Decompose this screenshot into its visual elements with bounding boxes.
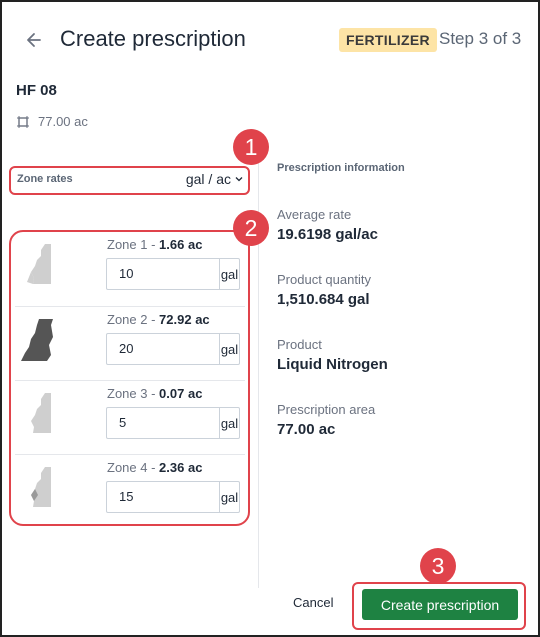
- create-prescription-button[interactable]: Create prescription: [362, 589, 518, 620]
- rate-unit-value: gal / ac: [185, 171, 231, 187]
- dialog-frame: Create prescription FERTILIZER Step 3 of…: [0, 0, 540, 637]
- zone-label: Zone 4 - 2.36 ac: [107, 460, 203, 475]
- step-indicator: Step 3 of 3: [439, 29, 522, 48]
- field-area-value: 77.00 ac: [38, 114, 88, 129]
- zone-rates-header: Zone rates gal / ac: [9, 166, 250, 195]
- field-name: HF 08: [16, 82, 57, 99]
- zone-rate-input[interactable]: [107, 482, 219, 510]
- callout-badge: 2: [233, 210, 269, 246]
- zone-rate-input[interactable]: [107, 408, 219, 436]
- zone-rate-input[interactable]: [107, 334, 219, 362]
- field-area: 77.00 ac: [16, 114, 88, 129]
- prescription-info-heading: Prescription information: [277, 162, 405, 174]
- info-average-rate: Average rate 19.6198 gal/ac: [277, 207, 378, 243]
- info-product: Product Liquid Nitrogen: [277, 337, 388, 373]
- area-icon: [17, 115, 29, 128]
- zone-label: Zone 2 - 72.92 ac: [107, 312, 210, 327]
- prescription-info: Prescription information Average rate 19…: [277, 162, 405, 438]
- callout-badge: 1: [233, 129, 269, 165]
- zone-rate-unit: gal: [219, 259, 239, 289]
- zone-row: Zone 3 - 0.07 ac gal: [15, 380, 245, 455]
- back-button[interactable]: [20, 26, 48, 54]
- zone-rates-label: Zone rates: [17, 173, 73, 185]
- zone-rate-input[interactable]: [107, 259, 219, 287]
- zone-map-thumbnail: [27, 244, 51, 284]
- zone-row: Zone 4 - 2.36 ac gal: [15, 454, 245, 529]
- zone-map-thumbnail: [31, 393, 51, 433]
- product-type-badge: FERTILIZER: [339, 28, 437, 52]
- header: Create prescription FERTILIZER Step 3 of…: [2, 2, 538, 72]
- zone-rate-unit: gal: [219, 334, 239, 364]
- zone-label: Zone 1 - 1.66 ac: [107, 237, 203, 252]
- zone-list: Zone 1 - 1.66 ac gal Zone 2 - 72.92 ac g…: [9, 230, 250, 526]
- cancel-button[interactable]: Cancel: [293, 595, 333, 610]
- zone-row: Zone 2 - 72.92 ac gal: [15, 306, 245, 381]
- zone-rate-field: gal: [106, 333, 240, 365]
- zone-label: Zone 3 - 0.07 ac: [107, 386, 203, 401]
- zone-rate-field: gal: [106, 481, 240, 513]
- chevron-down-icon: [235, 177, 243, 182]
- arrow-left-icon: [27, 33, 41, 47]
- zone-map-thumbnail: [21, 319, 53, 361]
- zone-rate-field: gal: [106, 258, 240, 290]
- zone-map-thumbnail: [31, 467, 51, 507]
- zone-row: Zone 1 - 1.66 ac gal: [15, 232, 245, 306]
- zone-rate-field: gal: [106, 407, 240, 439]
- page-title: Create prescription: [60, 26, 246, 51]
- rate-unit-select[interactable]: gal / ac: [186, 171, 244, 187]
- info-product-quantity: Product quantity 1,510.684 gal: [277, 272, 371, 308]
- zone-rate-unit: gal: [219, 408, 239, 438]
- info-prescription-area: Prescription area 77.00 ac: [277, 402, 376, 438]
- callout-badge: 3: [420, 548, 456, 584]
- zone-rate-unit: gal: [219, 482, 239, 512]
